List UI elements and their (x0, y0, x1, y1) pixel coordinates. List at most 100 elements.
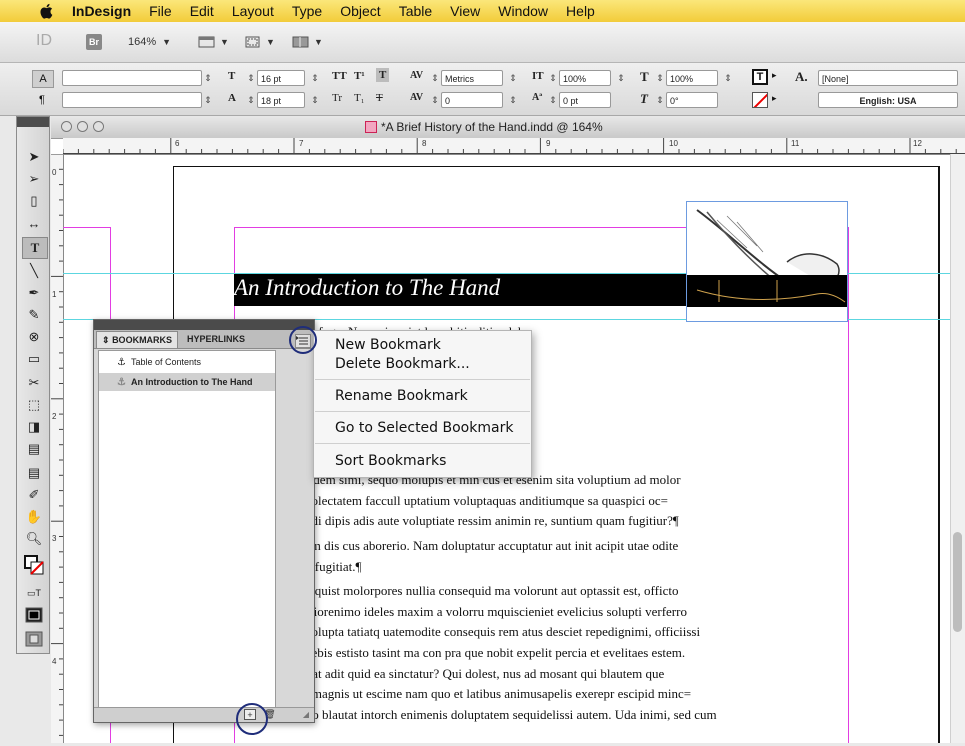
vertical-scrollbar-thumb[interactable] (953, 532, 962, 632)
stroke-swatch-dropdown-arrow[interactable]: ▸ (772, 93, 777, 104)
rectangle-frame-tool-icon[interactable]: ⊗ (22, 327, 46, 347)
leading-field[interactable]: 18 pt (257, 92, 305, 108)
menu-window[interactable]: Window (498, 3, 548, 19)
tools-panel-header[interactable] (17, 117, 49, 127)
line-tool-icon[interactable]: ╲ (22, 261, 46, 281)
kerning-stepper[interactable]: ⇕ (430, 70, 440, 86)
horizontal-scale-dropdown-arrow[interactable]: ⇕ (723, 70, 733, 86)
font-family-field[interactable] (62, 70, 202, 86)
horizontal-scale-field[interactable]: 100% (666, 70, 718, 86)
zoom-level-dropdown[interactable]: 164% ▼ (128, 31, 171, 53)
preview-mode-icon[interactable] (22, 629, 46, 649)
small-caps-button[interactable]: Tr (332, 92, 342, 104)
menu-view[interactable]: View (450, 3, 480, 19)
language-dropdown[interactable]: English: USA (818, 92, 958, 108)
paragraph-formatting-icon[interactable]: ¶ (32, 92, 52, 108)
character-style-dropdown[interactable]: [None] (818, 70, 958, 86)
fill-stroke-swatch-icon[interactable] (22, 555, 46, 575)
stroke-none-swatch-icon[interactable] (752, 92, 768, 108)
menu-app-indesign[interactable]: InDesign (72, 3, 131, 19)
selection-tool-icon[interactable]: ➤ (22, 147, 46, 167)
menu-item-new-bookmark[interactable]: New Bookmark (335, 337, 441, 353)
baseline-shift-field[interactable]: 0 pt (559, 92, 611, 108)
close-window-icon[interactable] (61, 121, 72, 132)
pen-tool-icon[interactable]: ✒ (22, 283, 46, 303)
story-heading[interactable]: An Introduction to The Hand (234, 275, 500, 301)
font-style-field[interactable] (62, 92, 202, 108)
tab-bookmarks[interactable]: ⇕ BOOKMARKS (96, 331, 179, 348)
gradient-swatch-tool-icon[interactable]: ◨ (22, 417, 46, 437)
menu-layout[interactable]: Layout (232, 3, 274, 19)
rectangle-tool-icon[interactable]: ▭ (22, 349, 46, 369)
view-options-button[interactable]: ▼ (198, 31, 229, 53)
menu-item-sort-bookmarks[interactable]: Sort Bookmarks (335, 453, 446, 469)
menu-type[interactable]: Type (292, 3, 322, 19)
zoom-tool-icon[interactable]: 🔍︎ (22, 529, 46, 549)
all-caps-button[interactable]: TT (332, 70, 347, 82)
horizontal-ruler[interactable]: 6 7 8 9 10 11 12 (62, 138, 965, 155)
tracking-field[interactable]: 0 (441, 92, 503, 108)
bridge-button[interactable]: Br (86, 34, 102, 50)
page-tool-icon[interactable]: ▯ (22, 191, 46, 211)
arrange-documents-button[interactable]: ▼ (292, 31, 323, 53)
apple-menu-icon[interactable] (38, 2, 56, 20)
vertical-scale-stepper[interactable]: ⇕ (548, 70, 558, 86)
superscript-button[interactable]: T¹ (354, 70, 365, 82)
type-tool-icon[interactable]: T (22, 237, 48, 259)
kerning-field[interactable]: Metrics (441, 70, 503, 86)
horizontal-scale-stepper[interactable]: ⇕ (655, 70, 665, 86)
font-size-stepper[interactable]: ⇕ (246, 70, 256, 86)
zoom-window-icon[interactable] (93, 121, 104, 132)
pencil-tool-icon[interactable]: ✎ (22, 305, 46, 325)
resize-grip-icon[interactable]: ◢ (300, 709, 312, 720)
vertical-scale-field[interactable]: 100% (559, 70, 611, 86)
vertical-scale-dropdown-arrow[interactable]: ⇕ (616, 70, 626, 86)
minimize-window-icon[interactable] (77, 121, 88, 132)
menu-item-rename-bookmark[interactable]: Rename Bookmark (335, 388, 468, 404)
gradient-feather-tool-icon[interactable]: ▤ (22, 439, 46, 459)
leading-stepper[interactable]: ⇕ (246, 92, 256, 108)
menu-help[interactable]: Help (566, 3, 595, 19)
font-size-field[interactable]: 16 pt (257, 70, 305, 86)
direct-selection-tool-icon[interactable]: ➢ (22, 169, 46, 189)
skew-field[interactable]: 0° (666, 92, 718, 108)
leading-dropdown-arrow[interactable]: ⇕ (310, 92, 320, 108)
vertical-scrollbar[interactable] (950, 154, 965, 743)
font-family-dropdown-arrow[interactable]: ⇕ (203, 70, 213, 86)
bookmark-item-table-of-contents[interactable]: ⚓︎ Table of Contents (99, 353, 275, 371)
skew-stepper[interactable]: ⇕ (655, 92, 665, 108)
bookmarks-panel-header[interactable] (94, 320, 314, 330)
eyedropper-tool-icon[interactable]: ✐ (22, 485, 46, 505)
menu-item-go-to-selected-bookmark[interactable]: Go to Selected Bookmark (335, 420, 513, 436)
strikethrough-button[interactable]: T (376, 92, 383, 104)
free-transform-tool-icon[interactable]: ⬚ (22, 395, 46, 415)
fill-text-icon[interactable]: T (752, 69, 768, 85)
subscript-button[interactable]: T₁ (354, 92, 365, 104)
font-style-dropdown-arrow[interactable]: ⇕ (203, 92, 213, 108)
hand-tool-icon[interactable]: ✋ (22, 507, 46, 527)
bookmarks-panel: ⇕ BOOKMARKS HYPERLINKS ⚓︎ Table of Conten… (93, 319, 315, 723)
menu-file[interactable]: File (149, 3, 172, 19)
tab-hyperlinks[interactable]: HYPERLINKS (182, 331, 250, 347)
bookmark-item-introduction[interactable]: ⚓︎ An Introduction to The Hand (99, 373, 275, 391)
normal-view-mode-icon[interactable] (22, 605, 46, 625)
menu-object[interactable]: Object (340, 3, 380, 19)
hand-illustration-frame[interactable] (686, 201, 848, 322)
gap-tool-icon[interactable]: ↔ (22, 213, 46, 233)
kerning-dropdown-arrow[interactable]: ⇕ (508, 70, 518, 86)
fill-swatch-dropdown-arrow[interactable]: ▸ (772, 70, 777, 81)
screen-mode-button[interactable]: ▼ (244, 31, 275, 53)
menu-item-delete-bookmark[interactable]: Delete Bookmark... (335, 356, 470, 372)
formatting-affects-container-icon[interactable]: ▭T (22, 583, 46, 603)
note-tool-icon[interactable]: ▤ (22, 463, 46, 483)
menu-edit[interactable]: Edit (190, 3, 214, 19)
menu-table[interactable]: Table (399, 3, 432, 19)
tracking-dropdown-arrow[interactable]: ⇕ (508, 92, 518, 108)
underline-button[interactable]: T (376, 68, 390, 82)
scissors-tool-icon[interactable]: ✂ (22, 373, 46, 393)
tracking-stepper[interactable]: ⇕ (430, 92, 440, 108)
arrange-documents-icon (292, 36, 309, 48)
baseline-shift-stepper[interactable]: ⇕ (548, 92, 558, 108)
font-size-dropdown-arrow[interactable]: ⇕ (310, 70, 320, 86)
character-formatting-icon[interactable]: A (32, 70, 54, 88)
